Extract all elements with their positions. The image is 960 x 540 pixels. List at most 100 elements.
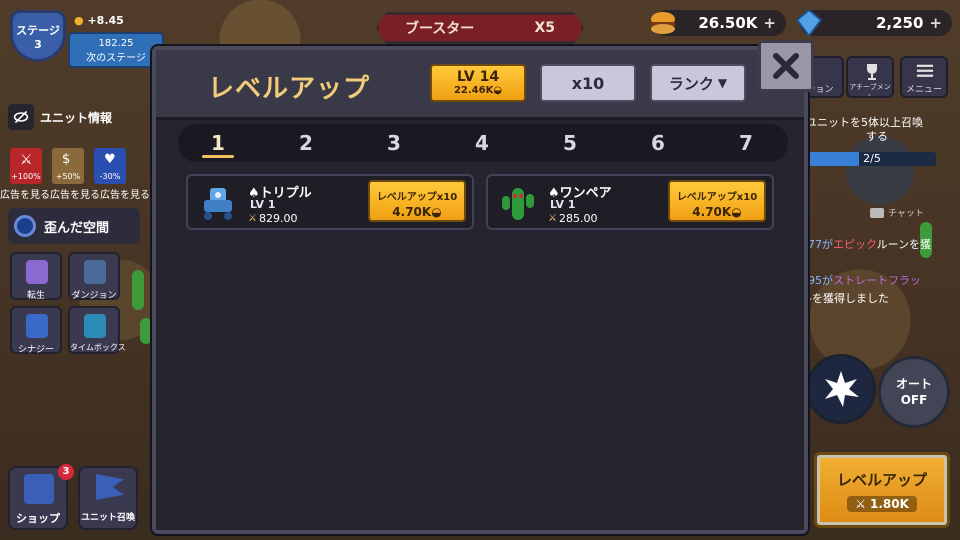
mission-tracker[interactable]: ユニットを5体以上召喚 する 2/5 [806, 116, 956, 176]
shop-badge: 3 [58, 464, 74, 480]
tab-rank-5[interactable]: 5 [540, 124, 600, 162]
unit-info-toggle[interactable]: ユニット情報 [8, 104, 112, 130]
tab-rank-7[interactable]: 7 [716, 124, 776, 162]
level-up-all-button[interactable]: LV 14 22.46K◒ [430, 64, 526, 102]
tab-rank-1[interactable]: 1 [188, 124, 248, 162]
tab-label: 5 [563, 131, 577, 155]
chat-suffix: -を獲得しました [808, 292, 889, 305]
attack-buff-value: +100% [11, 172, 41, 181]
levelup-modal: レベルアップ LV 14 22.46K◒ x10 ランク ▼ 1 2 3 4 5… [152, 40, 814, 534]
menu-button-label: メニュー [905, 85, 942, 95]
heart-icon: ♥ [104, 152, 116, 167]
modal-title: レベルアップ [208, 74, 371, 104]
tab-label: 4 [475, 131, 489, 155]
multiplier-label: x10 [571, 73, 605, 93]
timebox-label: タイムボックス [70, 343, 126, 352]
timebox-button[interactable]: タイムボックス [68, 306, 126, 354]
unit-summon-button[interactable]: ユニット召喚 [78, 466, 138, 530]
gem-value: 2,250 [875, 14, 924, 32]
tab-rank-4[interactable]: 4 [452, 124, 512, 162]
unit-levelup-cost-value: 4.70K [392, 205, 432, 219]
gold-plus[interactable]: + [763, 14, 776, 32]
level-up-all-cost: 22.46K◒ [454, 85, 502, 97]
explosion-icon [825, 371, 859, 407]
booster-banner[interactable]: ブースター X5 [376, 12, 584, 44]
gold-buff[interactable]: $ +50% [52, 148, 84, 184]
mission-count: 2/5 [863, 152, 881, 165]
booster-label: ブースター [405, 21, 475, 37]
unit-summon-label: ユニット召喚 [80, 513, 135, 523]
tab-rank-2[interactable]: 2 [276, 124, 336, 162]
gem-plus[interactable]: + [929, 14, 942, 32]
tab-label: 2 [299, 131, 313, 155]
tab-label: 3 [387, 131, 401, 155]
trophy-icon [867, 64, 877, 80]
chat-header[interactable]: チャット [870, 206, 924, 219]
synergy-button[interactable]: シナジー [10, 306, 62, 355]
unit-levelup-x10-button[interactable]: レベルアップx10 4.70K◒ [368, 180, 466, 222]
unit-levelup-label: レベルアップx10 [676, 192, 758, 203]
unit-levelup-x10-button[interactable]: レベルアップx10 4.70K◒ [668, 180, 766, 222]
tab-rank-6[interactable]: 6 [628, 124, 688, 162]
gem-counter[interactable]: 2,250 + [795, 8, 952, 38]
coin-icon: ● [74, 14, 84, 27]
active-tab-indicator [202, 155, 234, 158]
next-stage-amount: 182.25 [98, 38, 134, 49]
gold-buff-value: +50% [55, 172, 81, 181]
booster-multiplier: X5 [534, 20, 555, 36]
chat-message: 95がストレートフラッ [808, 272, 921, 288]
sword-icon: ⚔ [20, 152, 33, 168]
multiplier-x10-button[interactable]: x10 [540, 64, 636, 102]
chat-message: -を獲得しました [808, 290, 889, 306]
dungeon-button[interactable]: ダンジョン [68, 252, 120, 301]
next-stage-button[interactable]: 182.25 次のステージ [68, 32, 164, 68]
warped-space-label: 歪んだ空間 [44, 220, 110, 236]
shop-button[interactable]: 3 ショップ [8, 464, 74, 530]
coin-icon: ◒ [493, 85, 503, 96]
tab-label: 7 [739, 131, 753, 155]
gold-value: 26.50K [698, 14, 758, 32]
burger-gold-icon [651, 12, 675, 34]
eye-hidden-icon [8, 104, 34, 130]
level-up-all-level: LV 14 [456, 69, 500, 85]
watch-ad-text[interactable]: 広告を見る広告を見る広告を見る [0, 186, 150, 201]
dungeon-label: ダンジョン [71, 291, 117, 301]
rank-sort-dropdown[interactable]: ランク ▼ [650, 64, 746, 102]
auto-toggle-button[interactable]: オート OFF [878, 356, 950, 428]
dungeon-gate-icon [84, 260, 106, 284]
chat-prefix: 95が [808, 274, 833, 287]
unit-level: LV 1 [250, 198, 276, 211]
close-icon [773, 53, 799, 79]
unit-attack: ⚔ 829.00 [248, 212, 297, 225]
tab-rank-3[interactable]: 3 [364, 124, 424, 162]
stage-label: ステージ [16, 23, 60, 37]
achievement-button[interactable]: アチーブメント [846, 56, 894, 98]
hourglass-icon [26, 260, 48, 284]
next-stage-label: 次のステージ [86, 53, 146, 64]
skill-burst-button[interactable] [806, 354, 876, 424]
auto-state: OFF [900, 393, 928, 407]
mission-progress-bar: 2/5 [808, 152, 936, 166]
unit-attack: ⚔ 285.00 [548, 212, 597, 225]
hamburger-menu-icon [916, 64, 934, 77]
robot-unit-icon [204, 188, 232, 220]
rebirth-button[interactable]: 転生 [10, 252, 62, 301]
cost-buff[interactable]: ♥ -30% [94, 148, 126, 184]
gold-counter[interactable]: 26.50K + [651, 10, 786, 36]
chat-bubble-icon [870, 207, 884, 218]
main-levelup-button[interactable]: レベルアップ ⚔ 1.80K [814, 452, 950, 528]
coin-icon: ◒ [731, 205, 742, 219]
stage-gain-value: +8.45 [87, 14, 124, 27]
warp-portal-icon [14, 215, 36, 237]
tab-label: 1 [211, 131, 225, 155]
close-button[interactable] [758, 40, 814, 92]
unit-attack-value: 829.00 [258, 212, 298, 225]
attack-buff[interactable]: ⚔ +100% [10, 148, 42, 184]
menu-button[interactable]: メニュー [900, 56, 948, 98]
warped-space-button[interactable]: 歪んだ空間 [8, 208, 140, 244]
synergy-label: シナジー [17, 345, 54, 355]
achievement-button-label: アチーブメント [849, 83, 891, 98]
treasure-chest-icon [84, 314, 106, 338]
coin-icon: ◒ [431, 205, 442, 219]
cactus-decoration [140, 318, 152, 344]
